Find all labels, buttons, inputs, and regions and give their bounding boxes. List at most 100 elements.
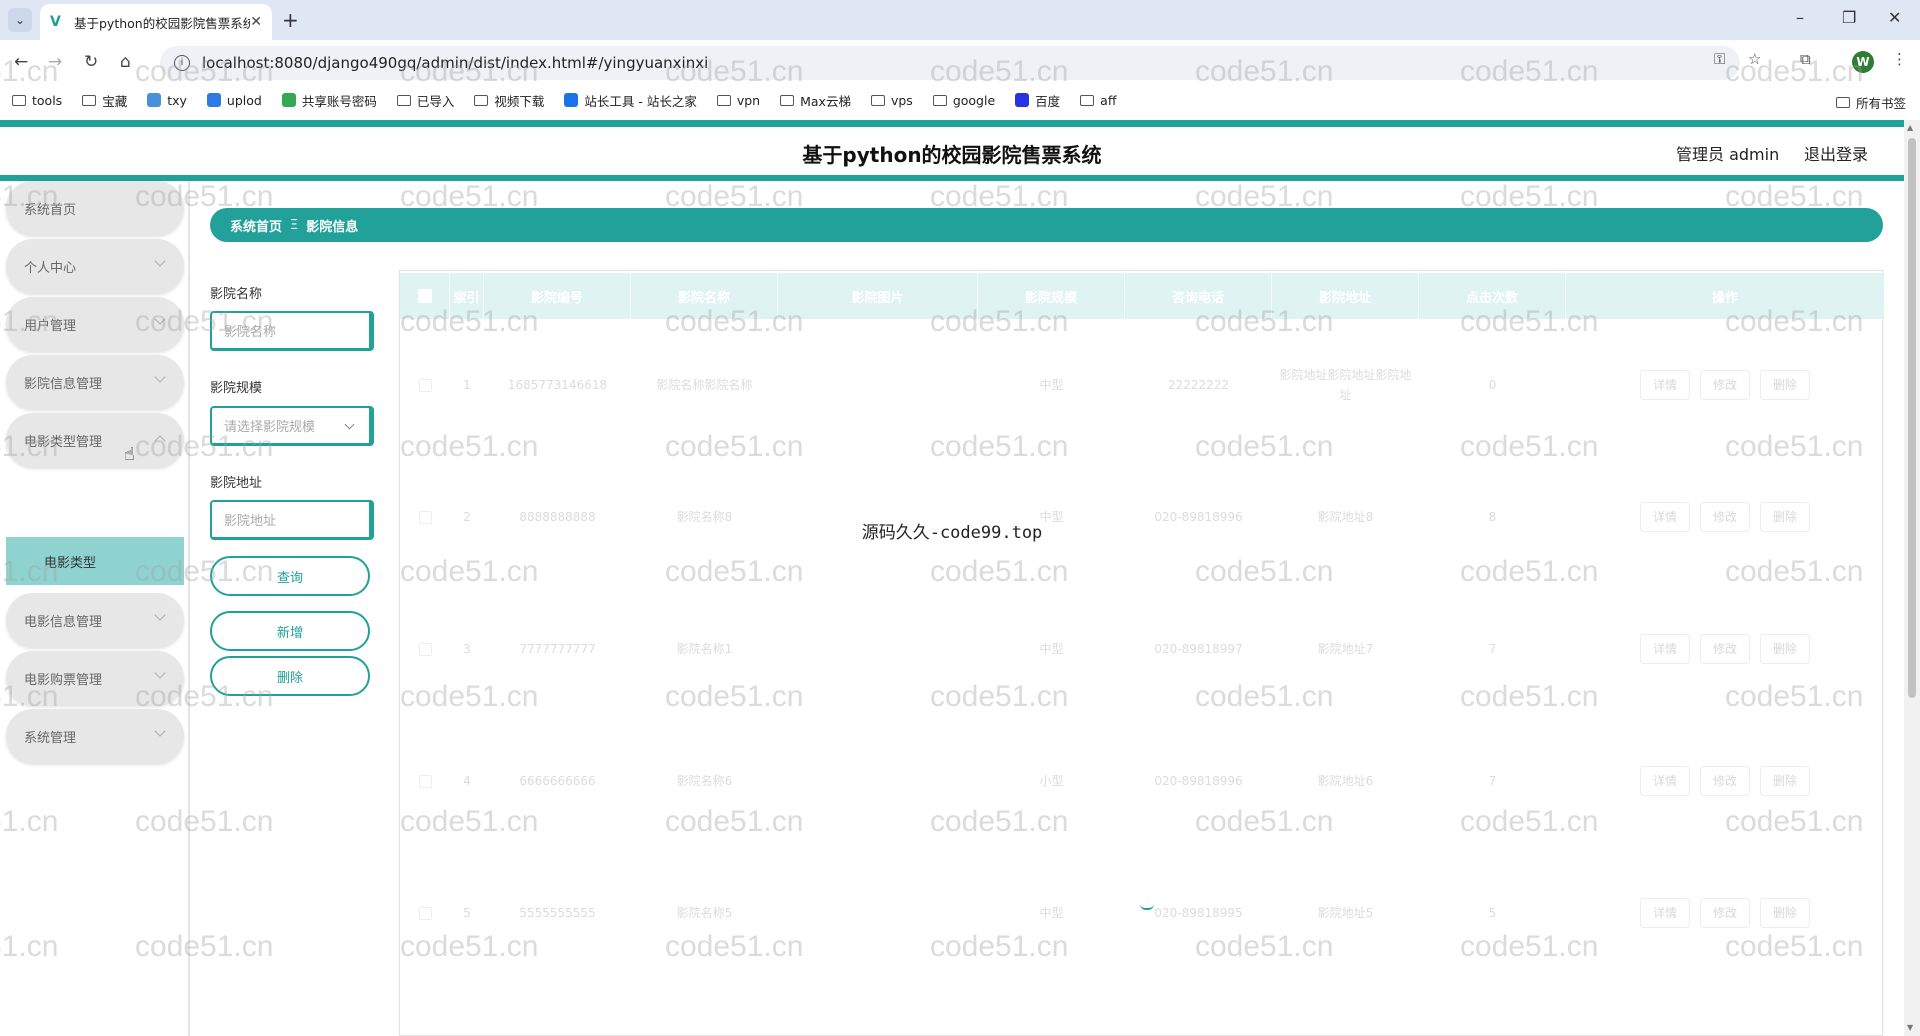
cinema-scale-select[interactable]: 请选择影院规模 — [210, 406, 374, 446]
delete-row-button[interactable]: 删除 — [1760, 898, 1810, 928]
page-scrollbar[interactable]: ▲ ▼ — [1904, 120, 1920, 1036]
edit-button[interactable]: 修改 — [1700, 370, 1750, 400]
bookmark-item[interactable]: uplod — [206, 93, 262, 108]
sidebar: 系统首页 个人中心 用户管理 影院信息管理 电影类型管理 电影类型 电影信息管理… — [0, 181, 190, 1036]
column-header: 点击次数 — [1419, 273, 1566, 319]
scrollbar-thumb[interactable] — [1908, 138, 1916, 698]
bookmark-item[interactable]: 宝藏 — [82, 91, 127, 110]
sidebar-item-profile[interactable]: 个人中心 — [6, 239, 184, 293]
table-cell — [778, 583, 978, 715]
table-cell: 1685773146618 — [507, 378, 608, 392]
scroll-down-icon[interactable]: ▼ — [1907, 1023, 1913, 1032]
delete-row-button[interactable]: 删除 — [1760, 370, 1810, 400]
column-header: 影院图片 — [778, 273, 978, 319]
row-actions: 详情 修改 删除 — [1566, 847, 1884, 979]
bookmark-item[interactable]: aff — [1080, 93, 1116, 108]
sidebar-item-ticketing[interactable]: 电影购票管理 — [6, 651, 184, 705]
table-cell — [778, 847, 978, 979]
edit-button[interactable]: 修改 — [1700, 634, 1750, 664]
bookmark-item[interactable]: txy — [147, 93, 187, 108]
edit-button[interactable]: 修改 — [1700, 766, 1750, 796]
chinaz-icon — [564, 93, 579, 107]
query-button[interactable]: 查询 — [210, 556, 370, 596]
profile-avatar[interactable]: W — [1852, 51, 1874, 73]
bookmark-item[interactable]: vpn — [716, 93, 760, 108]
bookmark-item[interactable]: 站长工具 - 站长之家 — [564, 91, 697, 110]
table-cell: 小型 — [1039, 774, 1064, 788]
new-tab-icon[interactable]: + — [282, 8, 299, 32]
column-header: 影院名称 — [631, 273, 778, 319]
logout-link[interactable]: 退出登录 — [1804, 141, 1868, 165]
bookmark-item[interactable]: vps — [870, 93, 913, 108]
home-icon[interactable]: ⌂ — [120, 52, 131, 72]
sidebar-item-home[interactable]: 系统首页 — [6, 181, 184, 235]
table-cell: 影院地址5 — [1317, 906, 1374, 920]
chevron-down-icon — [154, 313, 166, 325]
forward-icon[interactable]: → — [48, 52, 62, 72]
minimize-icon[interactable]: – — [1796, 8, 1804, 27]
folder-icon — [82, 94, 97, 106]
restore-icon[interactable]: ❐ — [1842, 8, 1856, 27]
browser-tab[interactable]: V 基于python的校园影院售票系统 ✕ — [40, 4, 272, 40]
chevron-down-icon — [154, 255, 166, 267]
detail-button[interactable]: 详情 — [1640, 370, 1690, 400]
bookmark-item[interactable]: 已导入 — [396, 91, 454, 110]
breadcrumb: 系统首页 Ξ 影院信息 — [210, 208, 1883, 242]
bookmarks-bar: tools 宝藏 txy uplod 共享账号密码 已导入 视频下载 站长工具 … — [0, 86, 1920, 114]
breadcrumb-home[interactable]: 系统首页 — [230, 216, 282, 235]
delete-row-button[interactable]: 删除 — [1760, 634, 1810, 664]
bookmark-item[interactable]: Max云梯 — [780, 91, 851, 110]
password-key-icon[interactable]: ⚿ — [1714, 50, 1725, 68]
table-cell: 020-89818997 — [1154, 642, 1243, 656]
sidebar-item-movie-info[interactable]: 电影信息管理 — [6, 593, 184, 647]
url-text: localhost:8080/django490gq/admin/dist/in… — [202, 54, 709, 72]
edit-button[interactable]: 修改 — [1700, 898, 1750, 928]
bookmark-star-icon[interactable]: ☆ — [1748, 50, 1761, 68]
bookmark-item[interactable]: 视频下载 — [474, 91, 544, 110]
detail-button[interactable]: 详情 — [1640, 898, 1690, 928]
folder-icon — [716, 94, 731, 106]
table-cell: 5 — [463, 906, 471, 920]
row-checkbox[interactable] — [400, 715, 450, 847]
tab-search-icon[interactable]: ⌄ — [8, 8, 32, 32]
cinema-name-input[interactable]: 影院名称 — [210, 311, 374, 351]
close-window-icon[interactable]: ✕ — [1888, 8, 1901, 27]
sidebar-subitem-movie-type[interactable]: 电影类型 — [6, 537, 184, 585]
address-bar[interactable]: i localhost:8080/django490gq/admin/dist/… — [160, 46, 1740, 80]
table-cell: 影院名称8 — [676, 510, 733, 524]
row-checkbox[interactable] — [400, 583, 450, 715]
table-cell: 影院地址7 — [1317, 642, 1374, 656]
select-all-checkbox[interactable] — [400, 273, 450, 319]
cinema-table: 索引 影院编号 影院名称 影院图片 影院规模 咨询电话 影院地址 点击次数 操作… — [399, 270, 1884, 1036]
all-bookmarks[interactable]: 所有书签 — [1835, 93, 1906, 112]
back-icon[interactable]: ← — [14, 52, 28, 72]
row-actions: 详情 修改 删除 — [1566, 319, 1884, 451]
detail-button[interactable]: 详情 — [1640, 634, 1690, 664]
scroll-up-icon[interactable]: ▲ — [1907, 123, 1913, 132]
row-checkbox[interactable] — [400, 319, 450, 451]
row-actions: 详情 修改 删除 — [1566, 451, 1884, 583]
site-info-icon[interactable]: i — [174, 55, 190, 71]
folder-icon — [396, 94, 411, 106]
sidebar-item-system[interactable]: 系统管理 — [6, 709, 184, 763]
bookmark-item[interactable]: tools — [12, 93, 62, 108]
close-tab-icon[interactable]: ✕ — [250, 14, 262, 30]
extensions-icon[interactable]: ⧉ — [1800, 50, 1811, 68]
sidebar-item-users[interactable]: 用户管理 — [6, 297, 184, 351]
delete-row-button[interactable]: 删除 — [1760, 766, 1810, 796]
row-checkbox[interactable] — [400, 451, 450, 583]
bookmark-item[interactable]: 百度 — [1015, 91, 1060, 110]
detail-button[interactable]: 详情 — [1640, 766, 1690, 796]
table-cell: 影院地址影院地址影院地址 — [1279, 368, 1412, 402]
bookmark-item[interactable]: 共享账号密码 — [281, 91, 377, 110]
table-cell: 8888888888 — [519, 510, 596, 524]
delete-button[interactable]: 删除 — [210, 656, 370, 696]
bookmark-item[interactable]: google — [932, 93, 995, 108]
menu-dots-icon[interactable]: ⋮ — [1892, 50, 1907, 68]
sidebar-item-cinema-info[interactable]: 影院信息管理 — [6, 355, 184, 409]
row-checkbox[interactable] — [400, 847, 450, 979]
add-button[interactable]: 新增 — [210, 611, 370, 651]
sidebar-item-movie-type[interactable]: 电影类型管理 — [6, 413, 184, 467]
reload-icon[interactable]: ↻ — [84, 52, 98, 72]
admin-label: 管理员 admin — [1676, 145, 1780, 164]
